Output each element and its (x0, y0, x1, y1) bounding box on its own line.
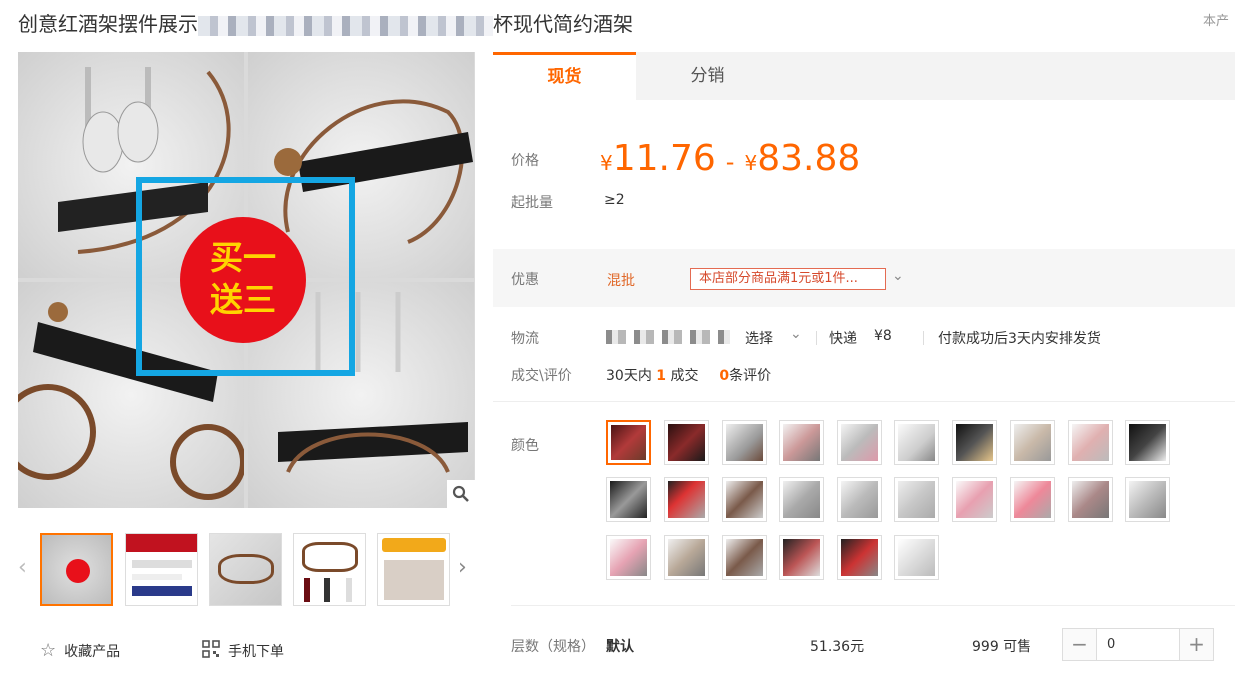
thumbnail[interactable] (209, 533, 282, 606)
chevron-down-icon[interactable]: ⌄ (892, 268, 904, 284)
deals-summary: 30天内 1 成交 0条评价 (606, 368, 772, 384)
decrement-button[interactable]: − (1063, 629, 1096, 660)
color-swatch[interactable] (606, 477, 651, 522)
spec-stock: 999 可售 (972, 639, 1032, 655)
chevron-down-icon[interactable]: ⌄ (790, 326, 802, 342)
color-label: 颜色 (511, 438, 539, 454)
color-swatch[interactable] (1010, 420, 1055, 465)
color-swatch[interactable] (664, 535, 709, 580)
shipping-note: 付款成功后3天内安排发货 (938, 331, 1101, 347)
star-icon: ☆ (40, 640, 57, 661)
main-product-image[interactable]: 买一 送三 (18, 52, 475, 508)
color-swatch[interactable] (1068, 477, 1113, 522)
price-label: 价格 (511, 153, 539, 169)
quantity-stepper: − 0 + (1062, 628, 1214, 661)
moq-value: ≥2 (604, 192, 625, 208)
promo-badge: 买一 送三 (180, 217, 306, 343)
divider (816, 331, 817, 345)
increment-button[interactable]: + (1180, 629, 1213, 660)
spec-label: 层数（规格） (511, 639, 595, 655)
logistics-label: 物流 (511, 331, 539, 347)
shipping-fee: ¥8 (874, 328, 892, 344)
promo-label: 优惠 (511, 272, 539, 288)
divider (923, 331, 924, 345)
color-swatch[interactable] (1068, 420, 1113, 465)
color-swatch[interactable] (779, 420, 824, 465)
thumbnail[interactable] (125, 533, 198, 606)
color-swatch[interactable] (606, 420, 651, 465)
color-swatch[interactable] (894, 477, 939, 522)
color-swatch[interactable] (664, 477, 709, 522)
color-swatch[interactable] (1010, 477, 1055, 522)
thumb-next-icon[interactable]: › (458, 555, 467, 580)
divider (493, 401, 1235, 402)
color-swatch[interactable] (894, 535, 939, 580)
favorite-button[interactable]: ☆ 收藏产品 (40, 640, 120, 661)
spec-name: 默认 (606, 639, 634, 655)
shipping-method: 快递 (829, 331, 857, 347)
price-range: ¥11.76- ¥83.88 (600, 138, 861, 179)
color-swatch[interactable] (606, 535, 651, 580)
divider (511, 605, 1235, 606)
spec-price: 51.36元 (810, 639, 865, 655)
thumbnail[interactable] (377, 533, 450, 606)
color-swatch[interactable] (952, 420, 997, 465)
top-right-text: 本产 (1202, 14, 1229, 29)
tab-spot[interactable]: 现货 (493, 52, 636, 100)
mobile-order-button[interactable]: 手机下单 (202, 640, 284, 662)
tab-distribution[interactable]: 分销 (636, 52, 779, 100)
product-title: 创意红酒架摆件展示 杯现代简约酒架 (18, 12, 633, 36)
thumbnail[interactable] (293, 533, 366, 606)
color-swatch[interactable] (722, 477, 767, 522)
color-swatch[interactable] (837, 477, 882, 522)
thumbnail[interactable] (40, 533, 113, 606)
color-swatch[interactable] (722, 420, 767, 465)
color-swatch[interactable] (837, 420, 882, 465)
color-swatch[interactable] (952, 477, 997, 522)
color-swatch[interactable] (894, 420, 939, 465)
qr-code-icon (202, 640, 220, 662)
logistics-select[interactable]: 选择 (745, 328, 773, 348)
promo-type: 混批 (607, 273, 635, 289)
color-swatch[interactable] (664, 420, 709, 465)
tab-bar: 现货 分销 (493, 52, 1235, 100)
thumb-prev-icon[interactable]: ‹ (18, 555, 27, 580)
quantity-input[interactable]: 0 (1096, 629, 1180, 660)
zoom-icon[interactable] (447, 480, 475, 508)
redacted-address (606, 330, 730, 344)
color-swatch[interactable] (1125, 420, 1170, 465)
redacted-text (198, 15, 493, 36)
moq-label: 起批量 (511, 195, 553, 211)
promo-tag[interactable]: 本店部分商品满1元或1件... (690, 268, 886, 290)
color-swatch[interactable] (779, 477, 824, 522)
color-swatch[interactable] (722, 535, 767, 580)
color-swatch[interactable] (837, 535, 882, 580)
deals-label: 成交\评价 (511, 368, 572, 384)
color-swatch[interactable] (779, 535, 824, 580)
color-swatch[interactable] (1125, 477, 1170, 522)
